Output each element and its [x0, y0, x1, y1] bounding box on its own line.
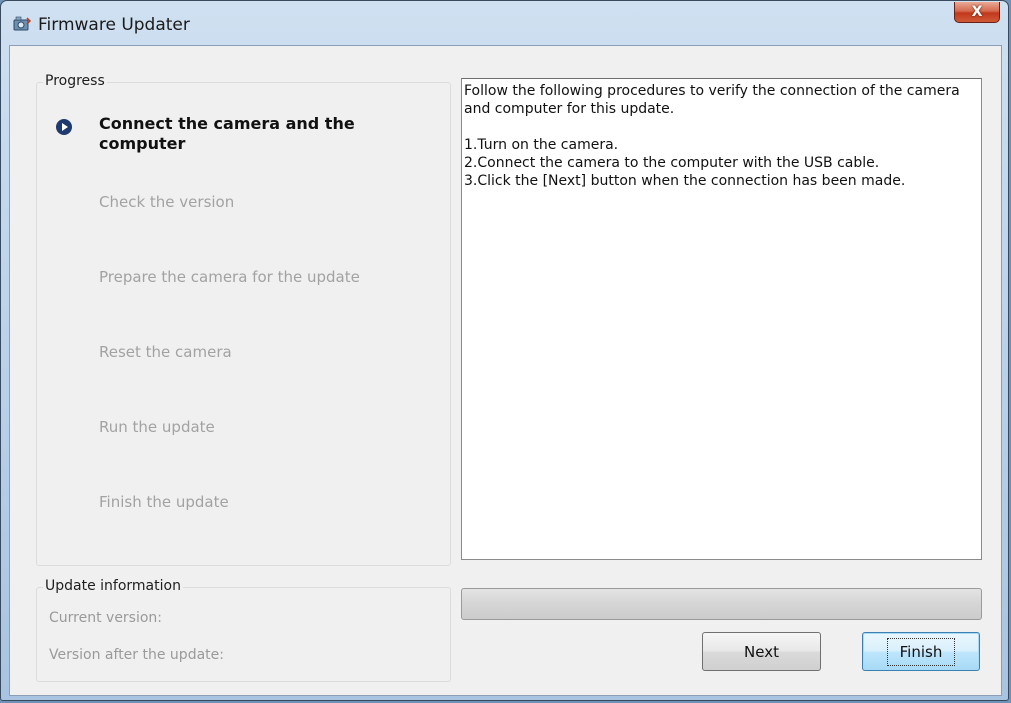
instructions-intro: Follow the following procedures to verif…	[464, 83, 965, 117]
progress-group-title: Progress	[43, 73, 107, 89]
step-reset-camera: Reset the camera	[99, 343, 232, 361]
app-icon	[13, 16, 32, 32]
close-icon: X	[971, 4, 983, 20]
instruction-item: 1.Turn on the camera.	[464, 137, 619, 153]
instruction-item: 3.Click the [Next] button when the conne…	[464, 173, 906, 189]
instruction-item: 2.Connect the camera to the computer wit…	[464, 155, 880, 171]
current-step-arrow-icon	[56, 119, 72, 135]
window-title: Firmware Updater	[38, 15, 190, 35]
close-button[interactable]: X	[954, 2, 1000, 23]
step-prepare-camera: Prepare the camera for the update	[99, 268, 360, 286]
title-bar: Firmware Updater X	[1, 1, 1008, 45]
current-version-label: Current version:	[49, 610, 163, 626]
update-progress-bar	[461, 588, 982, 620]
step-run-update: Run the update	[99, 418, 215, 436]
finish-button[interactable]: Finish	[862, 632, 980, 671]
step-connect-camera: Connect the camera and the computer	[99, 114, 355, 153]
progress-group: Progress Connect the camera and the comp…	[36, 73, 451, 566]
version-after-update-label: Version after the update:	[49, 647, 224, 663]
update-information-group: Update information Current version: Vers…	[36, 578, 451, 682]
step-finish-update: Finish the update	[99, 493, 229, 511]
finish-button-label: Finish	[886, 637, 956, 666]
update-information-title: Update information	[43, 578, 183, 594]
window-client-area: Progress Connect the camera and the comp…	[9, 45, 1002, 696]
instructions-panel[interactable]: Follow the following procedures to verif…	[461, 78, 982, 560]
firmware-updater-window: Firmware Updater X Progress Connect the …	[0, 0, 1009, 701]
step-check-version: Check the version	[99, 193, 235, 211]
next-button[interactable]: Next	[702, 632, 821, 671]
